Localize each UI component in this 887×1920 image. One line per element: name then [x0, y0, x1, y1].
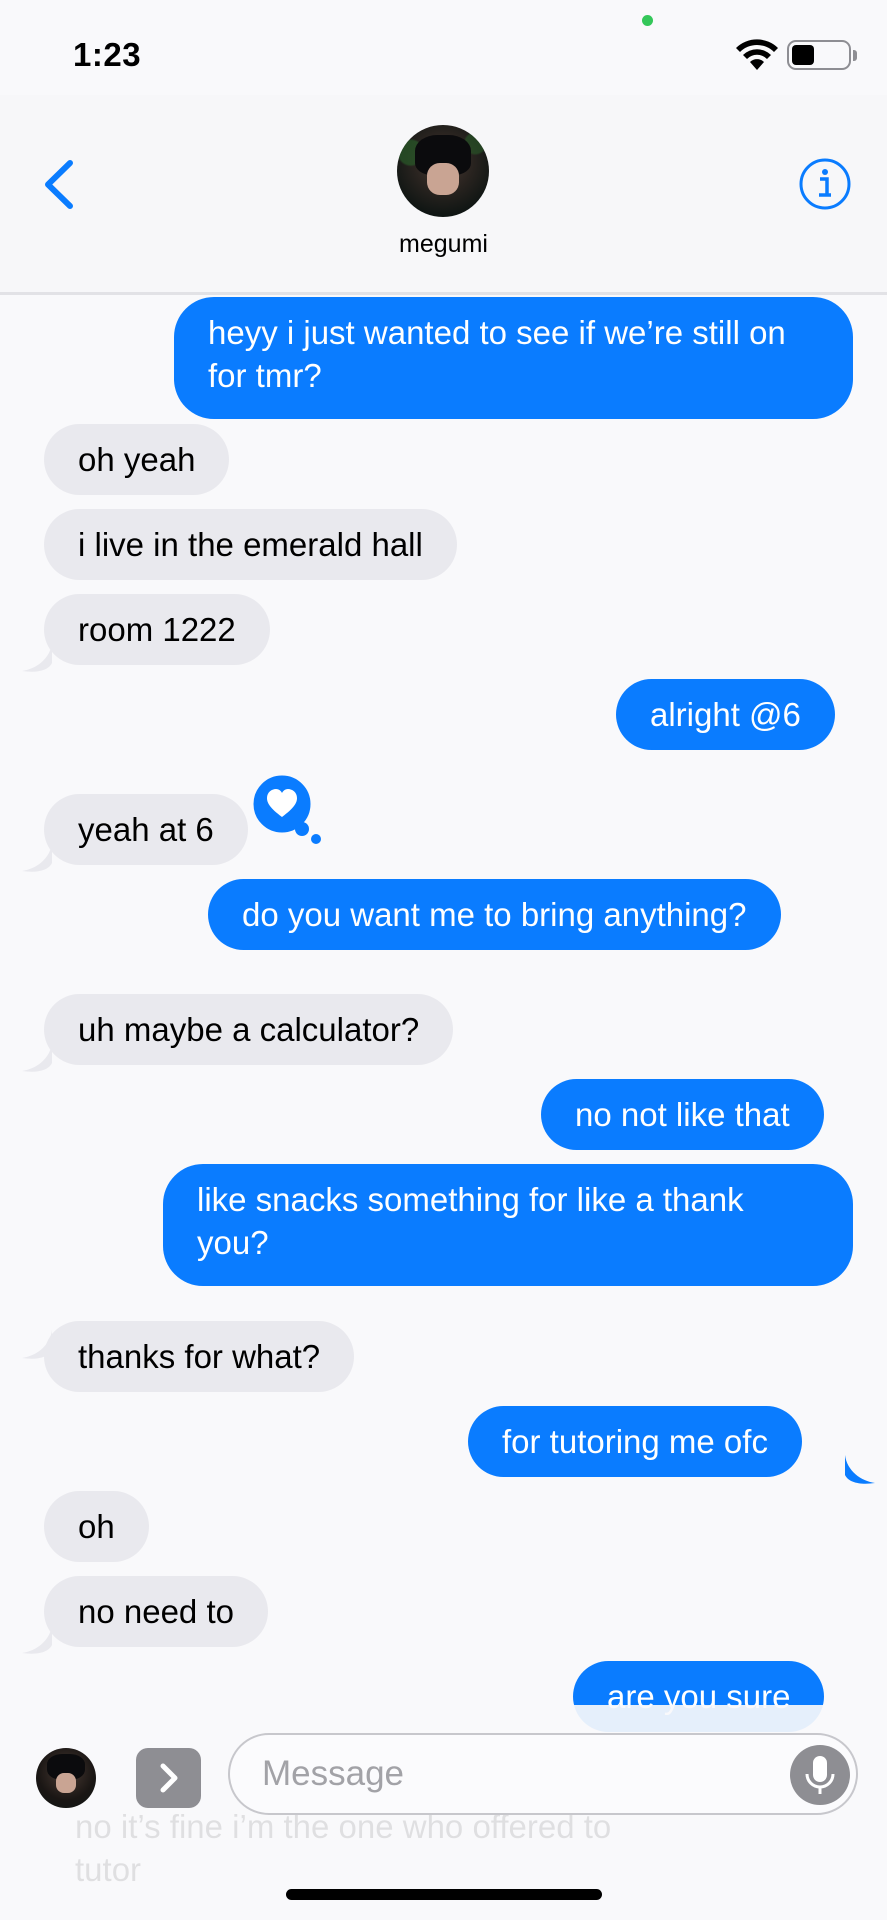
- bubble-tail: [22, 1043, 52, 1072]
- message-bubble-sent[interactable]: do you want me to bring anything?: [208, 879, 781, 950]
- chevron-right-icon: [160, 1763, 178, 1793]
- message-bubble-received[interactable]: thanks for what?: [44, 1321, 355, 1392]
- conversation-header: megumi: [0, 95, 887, 295]
- message-bubble-received[interactable]: yeah at 6: [44, 794, 248, 865]
- message-bubble-sent[interactable]: alright @6: [616, 679, 835, 750]
- message-bubble-sent[interactable]: no not like that: [541, 1079, 824, 1150]
- message-bubble-received[interactable]: oh yeah: [44, 424, 230, 495]
- status-time: 1:23: [73, 36, 142, 73]
- chevron-left-icon[interactable]: [40, 157, 80, 212]
- message-bubble-received[interactable]: i live in the emerald hall: [44, 509, 457, 580]
- info-circle-icon[interactable]: [798, 157, 852, 211]
- message-behind-compose-bar: no it’s fine i’m the one who offered to …: [75, 1808, 612, 1888]
- contact-name[interactable]: megumi: [0, 230, 887, 259]
- message-bubble-sent[interactable]: like snacks something for like a thank y…: [163, 1164, 853, 1286]
- heart-icon[interactable]: [250, 773, 324, 845]
- message-bubble-sent[interactable]: heyy i just wanted to see if we’re still…: [174, 297, 853, 419]
- bubble-tail: [22, 1625, 52, 1654]
- message-input[interactable]: [262, 1749, 782, 1799]
- microphone-button[interactable]: [790, 1745, 850, 1805]
- contact-avatar[interactable]: [397, 125, 489, 217]
- message-bubble-received[interactable]: room 1222: [44, 594, 270, 665]
- camera-indicator-icon: [642, 15, 653, 26]
- message-bubble-received[interactable]: oh: [44, 1491, 149, 1562]
- battery-icon: [787, 40, 857, 72]
- apps-button[interactable]: [136, 1748, 201, 1808]
- message-bubble-received[interactable]: uh maybe a calculator?: [44, 994, 454, 1065]
- wifi-icon: [736, 39, 778, 70]
- home-indicator[interactable]: [286, 1889, 602, 1900]
- bubble-tail: [22, 843, 52, 872]
- microphone-icon: [805, 1756, 835, 1794]
- bubble-tail: [845, 1455, 875, 1484]
- message-bubble-sent[interactable]: for tutoring me ofc: [468, 1406, 802, 1477]
- messages-screen: 1:23 megumi heyy i just wanted to see if…: [0, 0, 887, 1920]
- bubble-tail: [22, 643, 52, 672]
- my-avatar[interactable]: [36, 1748, 96, 1808]
- message-field[interactable]: [228, 1733, 858, 1815]
- message-bubble-received[interactable]: no need to: [44, 1576, 268, 1647]
